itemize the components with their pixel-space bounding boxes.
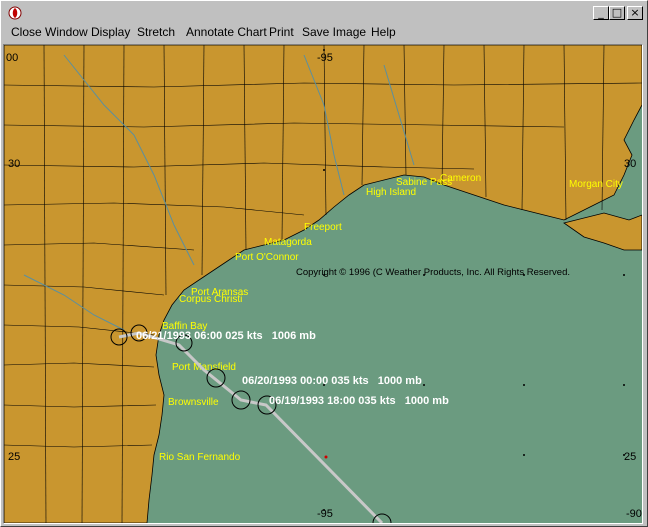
menu-close-window[interactable]: Close Window — [11, 25, 88, 39]
menu-stretch[interactable]: Stretch — [137, 25, 175, 39]
menu-bar: Close Window Display Stretch Annotate Ch… — [3, 23, 643, 42]
maximize-button[interactable]: □ — [609, 6, 625, 20]
place-label: Freeport — [304, 222, 342, 233]
place-label: High Island — [366, 187, 416, 198]
minimize-button[interactable]: _ — [593, 6, 609, 20]
title-bar[interactable]: _ □ × — [3, 3, 643, 23]
lat-label-30-right: 30 — [624, 158, 636, 170]
menu-annotate-chart[interactable]: Annotate Chart — [186, 25, 267, 39]
place-label: Brownsville — [168, 397, 219, 408]
track-label: 06/20/1993 00:00 035 kts 1000 mb — [242, 375, 422, 387]
menu-display[interactable]: Display — [91, 25, 130, 39]
lon-label-top-left: 00 — [6, 52, 18, 64]
minimize-icon: _ — [598, 6, 604, 19]
chart-map[interactable]: 00 -95 30 30 25 25 -95 -90 Copyright © 1… — [3, 44, 643, 524]
copyright-text: Copyright © 1996 (C Weather Products, In… — [296, 267, 570, 278]
lat-label-30-left: 30 — [8, 158, 20, 170]
weather-app-icon — [8, 6, 22, 20]
place-label: Port O'Connor — [235, 252, 299, 263]
lon-label-bottom: -95 — [317, 508, 333, 520]
place-label: Corpus Christi — [179, 294, 242, 305]
place-label: Cameron — [440, 173, 481, 184]
close-button[interactable]: × — [627, 6, 643, 20]
menu-help[interactable]: Help — [371, 25, 396, 39]
menu-print[interactable]: Print — [269, 25, 294, 39]
maximize-icon: □ — [611, 6, 623, 19]
close-icon: × — [630, 6, 640, 19]
track-label: 06/21/1993 06:00 025 kts 1006 mb — [136, 330, 316, 342]
menu-save-image[interactable]: Save Image — [302, 25, 366, 39]
chart-window: _ □ × Close Window Display Stretch Annot… — [0, 0, 648, 527]
lat-label-25-left: 25 — [8, 451, 20, 463]
center-marker — [324, 455, 328, 459]
place-label: Morgan City — [569, 179, 623, 190]
place-label: Matagorda — [264, 237, 312, 248]
lon-label-bottom-right: -90 — [626, 508, 642, 520]
track-label: 06/19/1993 18:00 035 kts 1000 mb — [269, 395, 449, 407]
lat-label-25-right: 25 — [624, 451, 636, 463]
place-label: Rio San Fernando — [159, 452, 241, 463]
map-canvas: 00 -95 30 30 25 25 -95 -90 Copyright © 1… — [4, 45, 642, 523]
lon-label-top: -95 — [317, 52, 333, 64]
